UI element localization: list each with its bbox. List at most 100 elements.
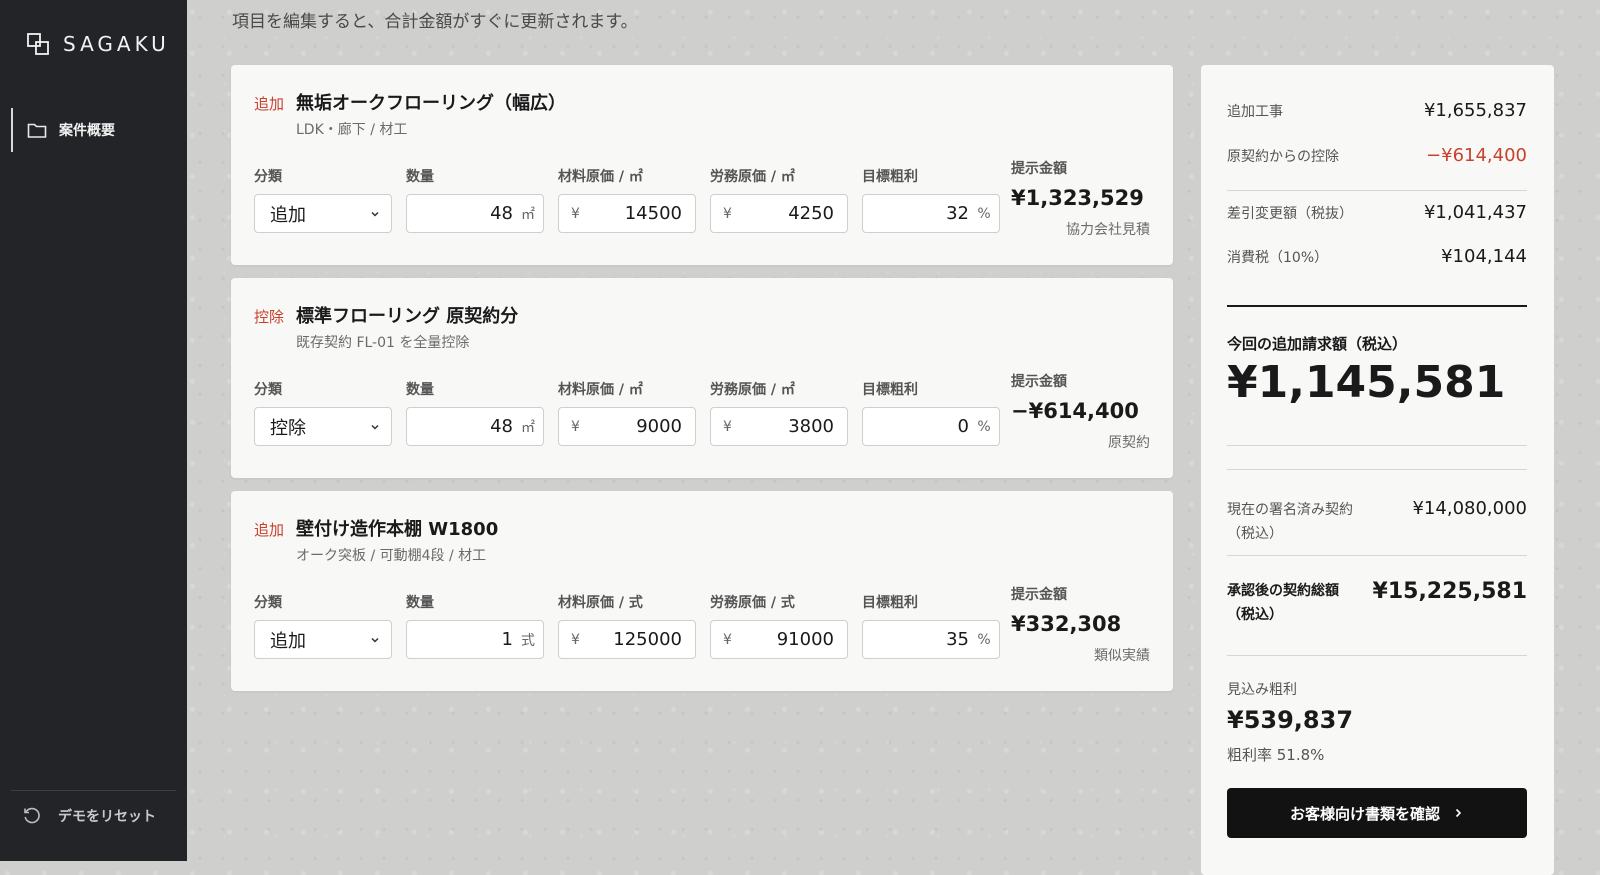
chevron-down-icon (371, 424, 379, 430)
labor-cost-value: 91000 (776, 629, 834, 650)
quantity-label: 数量 (406, 382, 434, 398)
folder-icon (27, 123, 47, 138)
quantity-value: 48 (490, 416, 513, 437)
quoted-price-label: 提示金額 (1011, 587, 1067, 603)
sidebar: SAGAKU 案件概要 デモをリセット (0, 0, 187, 861)
additional-value: ¥1,655,837 (1423, 100, 1527, 121)
target-margin-value: 32 (946, 203, 969, 224)
category-label: 分類 (254, 382, 282, 398)
customer-document-button[interactable]: お客様向け書類を確認 (1227, 788, 1527, 838)
quantity-input[interactable]: 48 ㎡ (406, 407, 544, 446)
target-margin-label: 目標粗利 (862, 595, 918, 611)
item-subtitle: LDK・廊下 / 材工 (296, 122, 408, 138)
profit-value: ¥539,837 (1227, 706, 1354, 734)
material-cost-value: 14500 (624, 203, 682, 224)
summary-additional-row: 追加工事 ¥1,655,837 (1227, 100, 1527, 121)
target-margin-input[interactable]: 35 % (862, 620, 1000, 659)
item-type-badge: 控除 (254, 308, 285, 326)
percent-suffix: % (977, 205, 991, 222)
divider (1227, 655, 1527, 656)
sidebar-divider (11, 790, 176, 791)
labor-cost-input[interactable]: ¥ 3800 (710, 407, 848, 446)
price-source-note: 原契約 (1108, 435, 1150, 451)
item-subtitle: 既存契約 FL-01 を全量控除 (296, 335, 470, 351)
quantity-value: 1 (501, 629, 513, 650)
percent-suffix: % (977, 418, 991, 435)
target-margin-label: 目標粗利 (862, 169, 918, 185)
chevron-down-icon (371, 211, 379, 217)
labor-cost-input[interactable]: ¥ 4250 (710, 194, 848, 233)
target-margin-input[interactable]: 0 % (862, 407, 1000, 446)
category-label: 分類 (254, 169, 282, 185)
deduction-label: 原契約からの控除 (1227, 149, 1339, 165)
material-cost-input[interactable]: ¥ 125000 (558, 620, 696, 659)
category-select[interactable]: 追加 (254, 194, 392, 233)
summary-deduction-row: 原契約からの控除 −¥614,400 (1227, 145, 1527, 166)
quantity-input[interactable]: 48 ㎡ (406, 194, 544, 233)
divider (1227, 469, 1527, 470)
line-item-card: 控除 標準フローリング 原契約分 既存契約 FL-01 を全量控除 分類 数量 … (231, 278, 1173, 478)
material-cost-value: 125000 (613, 629, 682, 650)
item-type-badge: 追加 (254, 95, 285, 113)
category-select-value: 追加 (270, 204, 306, 226)
reset-demo-button[interactable]: デモをリセット (22, 806, 156, 826)
divider (1227, 555, 1527, 556)
category-select[interactable]: 控除 (254, 407, 392, 446)
quantity-input[interactable]: 1 式 (406, 620, 544, 659)
current-contract-label-line2: （税込） (1227, 526, 1283, 542)
item-type-badge: 追加 (254, 521, 285, 539)
profit-label: 見込み粗利 (1227, 682, 1297, 698)
yen-prefix: ¥ (571, 205, 580, 222)
quantity-unit: 式 (521, 632, 535, 649)
quantity-label: 数量 (406, 169, 434, 185)
diff-label: 差引変更額（税抜） (1227, 206, 1353, 222)
after-approval-label-line1: 承認後の契約総額 (1227, 583, 1339, 599)
summary-tax-row: 消費税（10%） ¥104,144 (1227, 246, 1527, 267)
price-source-note: 協力会社見積 (1066, 222, 1150, 238)
yen-prefix: ¥ (571, 418, 580, 435)
material-cost-value: 9000 (636, 416, 682, 437)
quantity-value: 48 (490, 203, 513, 224)
deduction-value: −¥614,400 (1426, 145, 1527, 166)
line-item-card: 追加 無垢オークフローリング（幅広） LDK・廊下 / 材工 分類 数量 材料原… (231, 65, 1173, 265)
item-title: 壁付け造作本棚 W1800 (296, 519, 499, 540)
summary-panel: 追加工事 ¥1,655,837 原契約からの控除 −¥614,400 差引変更額… (1201, 65, 1554, 875)
yen-prefix: ¥ (571, 631, 580, 648)
item-title: 無垢オークフローリング（幅広） (296, 93, 567, 114)
current-contract-value: ¥14,080,000 (1412, 498, 1527, 519)
quoted-price-value: ¥1,323,529 (1011, 186, 1144, 210)
after-approval-label-line2: （税込） (1227, 607, 1283, 623)
claim-label: 今回の追加請求額（税込） (1227, 335, 1408, 353)
category-select[interactable]: 追加 (254, 620, 392, 659)
material-cost-input[interactable]: ¥ 14500 (558, 194, 696, 233)
quantity-unit: ㎡ (521, 206, 535, 223)
labor-cost-input[interactable]: ¥ 91000 (710, 620, 848, 659)
additional-label: 追加工事 (1227, 104, 1283, 120)
after-approval-row: 承認後の契約総額 （税込） ¥15,225,581 (1227, 579, 1527, 627)
current-contract-row: 現在の署名済み契約 （税込） ¥14,080,000 (1227, 498, 1527, 546)
material-cost-label: 材料原価 / ㎡ (558, 382, 643, 398)
quoted-price-value: −¥614,400 (1011, 399, 1139, 423)
labor-cost-value: 4250 (788, 203, 834, 224)
reset-icon (24, 807, 40, 824)
target-margin-label: 目標粗利 (862, 382, 918, 398)
quantity-unit: ㎡ (521, 419, 535, 436)
reset-demo-label: デモをリセット (58, 809, 156, 825)
sidebar-item-project-overview[interactable]: 案件概要 (11, 108, 183, 152)
category-select-value: 追加 (270, 630, 306, 652)
brand-logo[interactable]: SAGAKU (26, 30, 170, 58)
item-title: 標準フローリング 原契約分 (296, 306, 519, 327)
price-source-note: 類似実績 (1094, 648, 1150, 664)
yen-prefix: ¥ (723, 631, 732, 648)
brand-name: SAGAKU (63, 32, 170, 56)
labor-cost-label: 労務原価 / 式 (710, 595, 795, 611)
tax-value: ¥104,144 (1441, 246, 1527, 267)
current-contract-label: 現在の署名済み契約 （税込） (1227, 498, 1387, 546)
summary-diff-row: 差引変更額（税抜） ¥1,041,437 (1227, 202, 1527, 223)
category-label: 分類 (254, 595, 282, 611)
edit-hint-text: 項目を編集すると、合計金額がすぐに更新されます。 (232, 12, 638, 32)
target-margin-input[interactable]: 32 % (862, 194, 1000, 233)
labor-cost-label: 労務原価 / ㎡ (710, 169, 795, 185)
material-cost-input[interactable]: ¥ 9000 (558, 407, 696, 446)
yen-prefix: ¥ (723, 418, 732, 435)
